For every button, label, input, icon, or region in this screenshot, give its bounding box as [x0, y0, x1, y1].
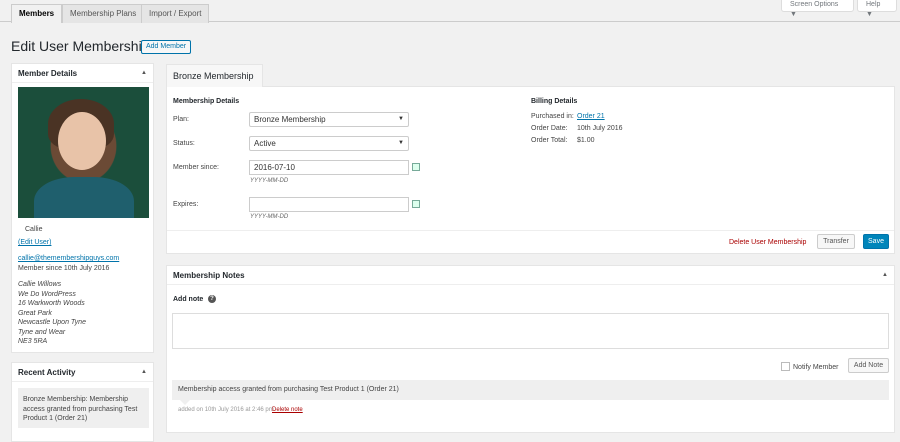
add-member-button[interactable]: Add Member — [141, 40, 192, 54]
member-details-heading: Member Details — [18, 69, 78, 78]
member-since-input[interactable]: 2016-07-10 — [249, 160, 409, 175]
order-total-label: Order Total: — [531, 137, 568, 144]
dropdown-arrow-icon: ▼ — [398, 140, 404, 146]
save-button[interactable]: Save — [863, 234, 889, 249]
order-link[interactable]: Order 21 — [577, 112, 605, 122]
screen-options-button[interactable]: Screen Options ▼ — [781, 0, 854, 18]
note-meta: added on 10th July 2016 at 2:46 pm — [178, 407, 274, 413]
avatar-body-shape — [34, 177, 134, 218]
member-since-label: Member since: — [173, 164, 219, 171]
address-line: Tyne and Wear — [18, 328, 66, 336]
activity-text-line: Bronze Membership: Membership — [23, 396, 129, 403]
member-since-text: Member since 10th July 2016 — [18, 265, 110, 272]
expires-label: Expires: — [173, 201, 199, 208]
avatar-face-shape — [58, 112, 106, 170]
address-line: We Do WordPress — [18, 290, 76, 298]
dropdown-arrow-icon: ▼ — [398, 116, 404, 122]
purchased-in-label: Purchased in: — [531, 113, 574, 120]
activity-text-line: Product 1 (Order 21) — [23, 415, 88, 422]
member-email-link[interactable]: callie@themembershipguys.com — [18, 254, 119, 264]
recent-activity-heading: Recent Activity — [18, 368, 76, 377]
edit-user-link[interactable]: (Edit User) — [18, 238, 51, 248]
divider — [167, 230, 894, 231]
avatar — [18, 87, 149, 218]
tab-bar: Members Membership Plans Import / Export — [0, 0, 900, 23]
billing-details-heading: Billing Details — [531, 98, 578, 105]
tab-membership-plans[interactable]: Membership Plans — [62, 4, 145, 23]
address-line: Newcastle Upon Tyne — [18, 319, 86, 326]
notify-member-label: Notify Member — [793, 364, 839, 371]
status-select[interactable]: Active ▼ — [249, 136, 409, 151]
note-text: Membership access granted from purchasin… — [178, 386, 399, 393]
transfer-button[interactable]: Transfer — [817, 234, 855, 249]
note-pointer — [180, 400, 190, 405]
member-name: Callie — [25, 226, 43, 233]
expires-input[interactable] — [249, 197, 409, 212]
help-tip-icon[interactable]: ? — [208, 295, 216, 303]
member-details-header[interactable]: Member Details ▲ — [12, 64, 153, 83]
notify-member-checkbox[interactable] — [781, 362, 790, 371]
date-format-hint: YYYY-MM-DD — [250, 178, 289, 184]
collapse-arrow-icon[interactable]: ▲ — [882, 266, 888, 285]
collapse-arrow-icon[interactable]: ▲ — [141, 363, 147, 382]
help-button[interactable]: Help ▼ — [857, 0, 897, 18]
tab-members[interactable]: Members — [11, 4, 63, 23]
add-note-button[interactable]: Add Note — [848, 358, 889, 373]
calendar-icon[interactable] — [412, 200, 420, 208]
recent-activity-header[interactable]: Recent Activity ▲ — [12, 363, 153, 382]
delete-note-link[interactable]: Delete note — [272, 406, 303, 416]
collapse-arrow-icon[interactable]: ▲ — [141, 64, 147, 83]
membership-details-heading: Membership Details — [173, 98, 240, 105]
note-textarea[interactable] — [172, 313, 889, 349]
membership-tab-title[interactable]: Bronze Membership — [166, 64, 263, 87]
page-title: Edit User Membership — [11, 38, 150, 54]
plan-select[interactable]: Bronze Membership ▼ — [249, 112, 409, 127]
membership-notes-heading: Membership Notes — [173, 271, 245, 280]
tab-import-export[interactable]: Import / Export — [141, 4, 210, 23]
address-line: Callie Willows — [18, 281, 62, 288]
address-line: Great Park — [18, 309, 52, 317]
add-note-label: Add note — [173, 296, 204, 303]
activity-text-line: access granted from purchasing Test — [23, 405, 138, 413]
order-date-value: 10th July 2016 — [577, 125, 623, 132]
order-date-label: Order Date: — [531, 125, 568, 132]
membership-notes-header[interactable]: Membership Notes ▲ — [167, 266, 894, 285]
delete-membership-link[interactable]: Delete User Membership — [729, 238, 806, 248]
status-label: Status: — [173, 140, 195, 147]
address-line: NE3 5RA — [18, 338, 48, 345]
status-select-value: Active — [254, 139, 276, 148]
address-line: 16 Warkworth Woods — [18, 300, 85, 307]
order-total-value: $1.00 — [577, 137, 595, 144]
calendar-icon[interactable] — [412, 163, 420, 171]
plan-select-value: Bronze Membership — [254, 115, 326, 124]
date-format-hint: YYYY-MM-DD — [250, 214, 289, 220]
plan-label: Plan: — [173, 116, 189, 123]
tab-import-export-label: Import / Export — [149, 9, 202, 18]
tab-membership-plans-label: Membership Plans — [70, 9, 137, 18]
